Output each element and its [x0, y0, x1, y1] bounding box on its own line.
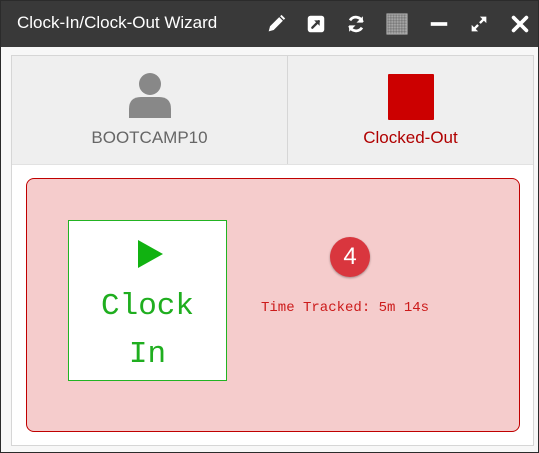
clock-panel: Clock In 4 Time Tracked: 5m 14s [26, 178, 520, 432]
count-badge: 4 [330, 237, 370, 277]
status-indicator [388, 74, 434, 120]
status-label: Clocked-Out [363, 128, 458, 147]
user-section: BOOTCAMP10 [12, 56, 287, 164]
maximize-icon[interactable] [468, 13, 490, 35]
play-icon [138, 240, 163, 268]
minimize-icon[interactable] [428, 13, 450, 35]
texture-icon[interactable] [386, 13, 408, 35]
wizard-content: BOOTCAMP10 Clocked-Out Clock In 4 Time T… [11, 55, 534, 446]
clock-in-label-line1: Clock [100, 289, 194, 324]
wizard-window: Clock-In/Clock-Out Wizard BOOTCAMP10 Clo… [0, 0, 539, 453]
info-header: BOOTCAMP10 Clocked-Out [12, 56, 533, 165]
close-icon[interactable] [509, 13, 531, 35]
refresh-icon[interactable] [345, 13, 367, 35]
time-tracked-text: Time Tracked: 5m 14s [261, 300, 430, 316]
title-bar: Clock-In/Clock-Out Wizard [1, 1, 538, 47]
user-name: BOOTCAMP10 [91, 128, 208, 147]
status-section: Clocked-Out [288, 56, 533, 164]
window-title: Clock-In/Clock-Out Wizard [17, 13, 218, 32]
user-icon [129, 73, 171, 118]
clock-in-button[interactable]: Clock In [68, 220, 227, 381]
clock-in-label: Clock In [69, 283, 226, 379]
pencil-icon[interactable] [265, 13, 287, 35]
clock-in-label-line2: In [128, 337, 167, 372]
open-external-icon[interactable] [305, 13, 327, 35]
